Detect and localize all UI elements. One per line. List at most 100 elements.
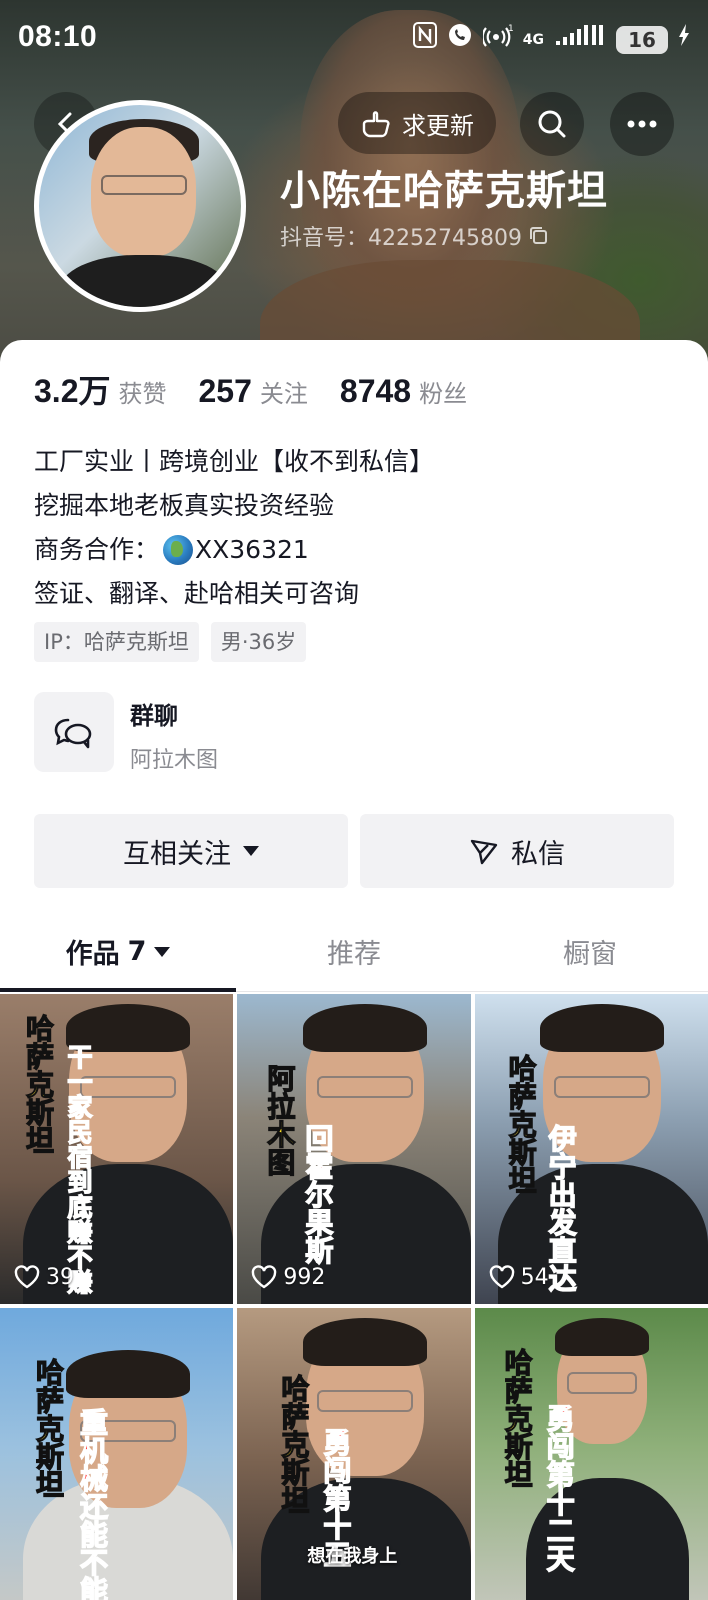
status-icons: 1 4G 16	[412, 22, 690, 57]
video-grid: 哈萨克斯坦 干一家民宿到底赚不赚 39 阿拉木图 回霍尔果斯 992 哈萨克斯坦…	[0, 994, 708, 1600]
video-thumbnail[interactable]: 哈萨克斯坦 干一家民宿到底赚不赚 39	[0, 994, 234, 1304]
gender-age-tag: 男·36岁	[210, 622, 307, 662]
overlay-text-red: 干一家民宿到底赚不赚	[63, 1043, 93, 1294]
thumbnail-person-hair	[555, 1318, 650, 1356]
video-thumbnail[interactable]: 哈萨克斯坦 勇闯第十五 想在我身上	[237, 1308, 471, 1600]
stat-likes-value: 3.2万	[34, 373, 111, 409]
profile-tags: IP：哈萨克斯坦 男·36岁	[34, 622, 307, 662]
bio-contact-value: XX36321	[195, 535, 309, 564]
bio-line-contact: 商务合作： XX36321	[34, 528, 434, 572]
nfc-icon	[412, 22, 437, 57]
tab-recommend-label: 推荐	[327, 939, 381, 970]
more-button[interactable]	[610, 92, 674, 156]
group-chat-title: 群聊	[130, 702, 178, 730]
content-tabs: 作品 7 推荐 橱窗	[0, 912, 708, 992]
stat-followers-label: 粉丝	[419, 380, 468, 408]
video-caption: 想在我身上	[307, 1546, 398, 1567]
video-thumbnail[interactable]: 阿拉木图 回霍尔果斯 992	[237, 994, 471, 1304]
battery-indicator: 16	[616, 25, 668, 54]
search-button[interactable]	[520, 92, 584, 156]
signal-icon	[554, 23, 606, 56]
caret-down-icon	[243, 846, 259, 856]
overlay-text-yellow: 哈萨克斯坦	[277, 1373, 311, 1514]
video-likes: 992	[251, 1264, 325, 1290]
profile-card: 3.2万 获赞 257 关注 8748 粉丝 工厂实业丨跨境创业【收不到私信】 …	[0, 340, 708, 1600]
globe-icon	[163, 535, 194, 565]
video-likes-count: 39	[46, 1264, 74, 1290]
stat-following-value: 257	[198, 373, 252, 409]
tab-works[interactable]: 作品 7	[0, 912, 236, 992]
profile-stats: 3.2万 获赞 257 关注 8748 粉丝	[34, 366, 499, 412]
video-likes: 54	[489, 1264, 549, 1290]
tab-works-label: 作品	[65, 939, 120, 970]
request-update-label: 求更新	[402, 111, 474, 140]
hd-call-icon	[447, 22, 473, 57]
stat-following-label: 关注	[259, 380, 308, 408]
charging-icon	[678, 24, 690, 55]
overlay-text-yellow: 哈萨克斯坦	[31, 1357, 65, 1498]
stat-following[interactable]: 257 关注	[199, 373, 308, 410]
request-update-button[interactable]: 求更新	[338, 92, 496, 154]
thumbnail-person-hair	[302, 1318, 427, 1366]
video-likes-count: 54	[520, 1264, 549, 1290]
video-likes-count: 992	[283, 1264, 326, 1290]
profile-nickname: 小陈在哈萨克斯坦	[280, 168, 608, 214]
video-thumbnail[interactable]: 哈萨克斯坦 伊宁出发直达 54	[474, 994, 708, 1304]
bio-line: 挖掘本地老板真实投资经验	[34, 491, 335, 520]
thumbnail-person-glasses	[554, 1076, 651, 1098]
tab-recommend[interactable]: 推荐	[236, 912, 472, 991]
chat-bubbles-icon	[54, 718, 92, 749]
heart-icon	[14, 1265, 40, 1289]
tab-showcase-label: 橱窗	[563, 939, 617, 970]
thumbnail-person-glasses	[567, 1372, 638, 1394]
send-icon	[470, 839, 498, 865]
tab-works-count: 7	[127, 936, 147, 967]
avatar-glasses	[101, 175, 187, 195]
overlay-text-red: 勇闯第十二天	[542, 1403, 576, 1572]
profile-bio: 工厂实业丨跨境创业【收不到私信】 挖掘本地老板真实投资经验 商务合作： XX36…	[34, 440, 434, 616]
caret-down-icon	[154, 946, 171, 957]
bio-contact-prefix: 商务合作：	[34, 535, 160, 564]
overlay-text-red: 回霍尔果斯	[301, 1123, 335, 1264]
group-chat-entry[interactable]: 群聊 阿拉木图	[34, 692, 674, 776]
heart-icon	[252, 1265, 277, 1289]
svg-text:1: 1	[508, 24, 513, 34]
profile-actions: 互相关注 私信	[34, 814, 674, 888]
avatar[interactable]	[34, 100, 246, 312]
heart-icon	[489, 1265, 514, 1289]
video-likes: 39	[14, 1264, 74, 1290]
thumbnail-person-hair	[540, 1004, 665, 1052]
hotspot-icon: 1	[481, 22, 514, 57]
video-thumbnail[interactable]: 哈萨克斯坦 重机械还能不能	[0, 1308, 234, 1600]
stat-likes[interactable]: 3.2万 获赞	[34, 366, 167, 412]
thumbnail-person-glasses	[316, 1076, 413, 1098]
status-time: 08:10	[18, 20, 98, 53]
bio-line: 签证、翻译、赴哈相关可咨询	[34, 579, 360, 608]
overlay-text-red: 重机械还能不能	[75, 1407, 109, 1600]
video-thumbnail[interactable]: 哈萨克斯坦 勇闯第十二天	[474, 1308, 708, 1600]
bio-line: 工厂实业丨跨境创业【收不到私信】	[34, 447, 435, 476]
mutual-follow-label: 互相关注	[123, 838, 231, 870]
douyin-id-text: 抖音号：42252745809	[280, 226, 522, 251]
overlay-text-yellow: 哈萨克斯坦	[21, 1013, 55, 1154]
stat-followers[interactable]: 8748 粉丝	[340, 373, 467, 410]
thumbnail-person-glasses	[316, 1390, 413, 1412]
message-button[interactable]: 私信	[360, 814, 674, 888]
group-chat-icon-box	[34, 692, 114, 772]
mutual-follow-button[interactable]: 互相关注	[34, 814, 348, 888]
copy-icon[interactable]	[528, 225, 550, 247]
overlay-text-yellow: 哈萨克斯坦	[500, 1347, 534, 1488]
more-dots-icon	[627, 120, 657, 128]
hand-point-icon	[362, 111, 390, 138]
overlay-text-red: 伊宁出发直达	[544, 1123, 578, 1292]
stat-likes-label: 获赞	[118, 380, 167, 408]
status-bar: 08:10 1 4G 16	[0, 0, 708, 80]
group-chat-subtitle: 阿拉木图	[130, 748, 219, 773]
thumbnail-person-hair	[302, 1004, 427, 1052]
message-label: 私信	[511, 838, 565, 870]
overlay-text-yellow: 哈萨克斯坦	[504, 1053, 538, 1194]
douyin-id[interactable]: 抖音号：42252745809	[280, 220, 550, 252]
tab-showcase[interactable]: 橱窗	[472, 912, 708, 991]
avatar-body	[59, 255, 229, 307]
stat-followers-value: 8748	[339, 373, 412, 409]
